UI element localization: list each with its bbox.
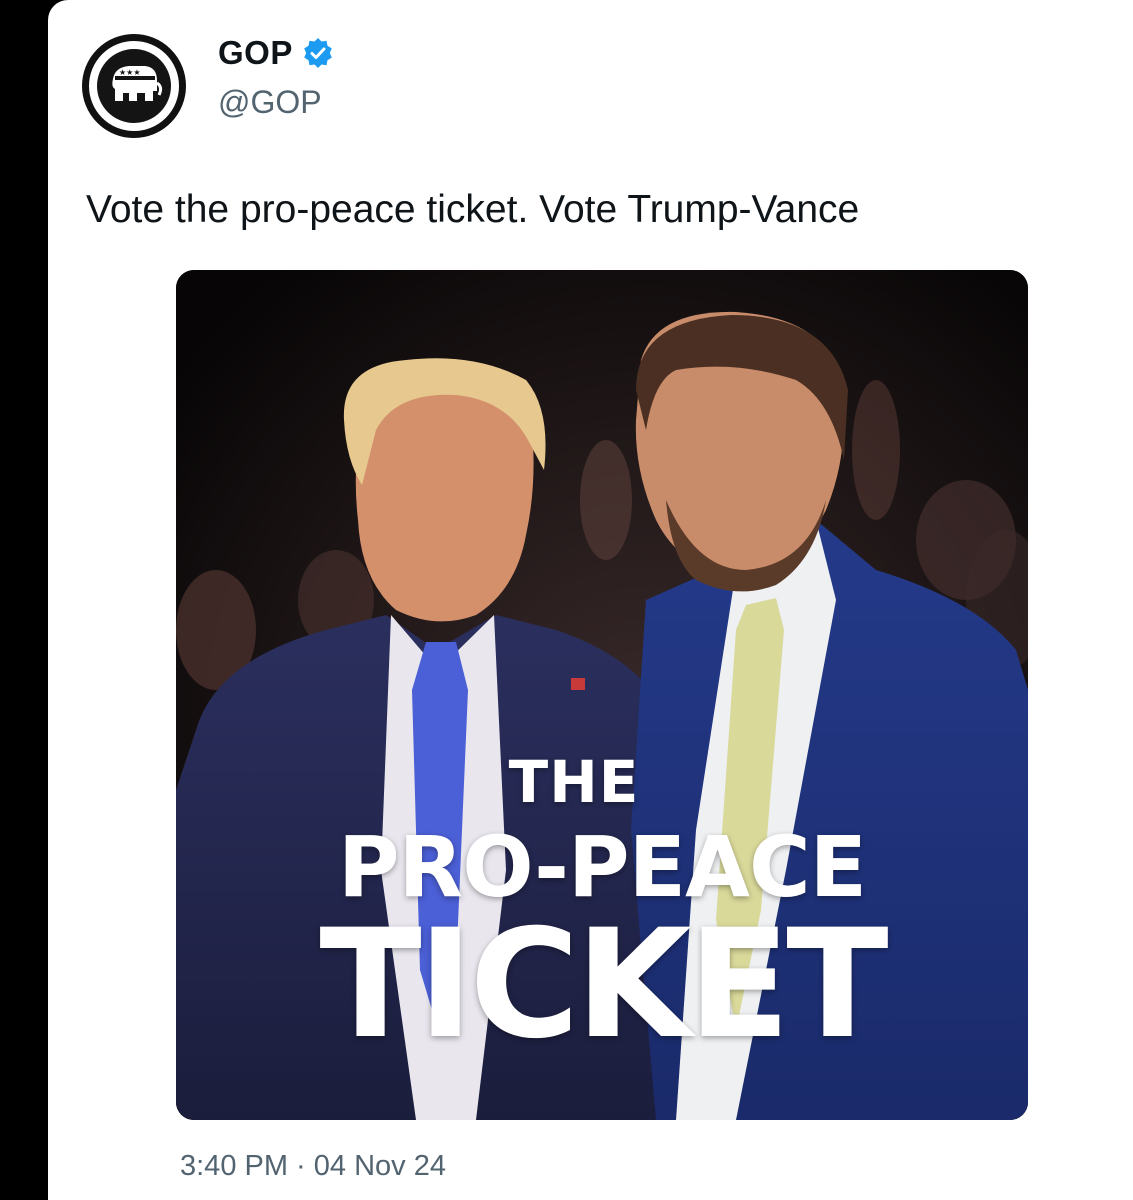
avatar[interactable]: ★★★ (82, 34, 186, 138)
svg-text:★★★: ★★★ (119, 68, 141, 77)
post-image[interactable]: THE PRO-PEACE TICKET (176, 270, 1028, 1120)
author-row: GOP (218, 34, 333, 72)
post-text: Vote the pro-peace ticket. Vote Trump-Va… (86, 188, 860, 231)
verified-badge-icon (303, 38, 333, 68)
headline-the: THE (508, 748, 640, 816)
elephant-logo-icon: ★★★ (97, 49, 171, 123)
headline-ticket: TICKET (319, 898, 888, 1072)
author-handle[interactable]: @GOP (218, 84, 322, 121)
post-header: ★★★ GOP @GOP (82, 26, 682, 146)
author-name[interactable]: GOP (218, 34, 293, 72)
post-timestamp[interactable]: 3:40 PM · 04 Nov 24 (180, 1150, 446, 1183)
